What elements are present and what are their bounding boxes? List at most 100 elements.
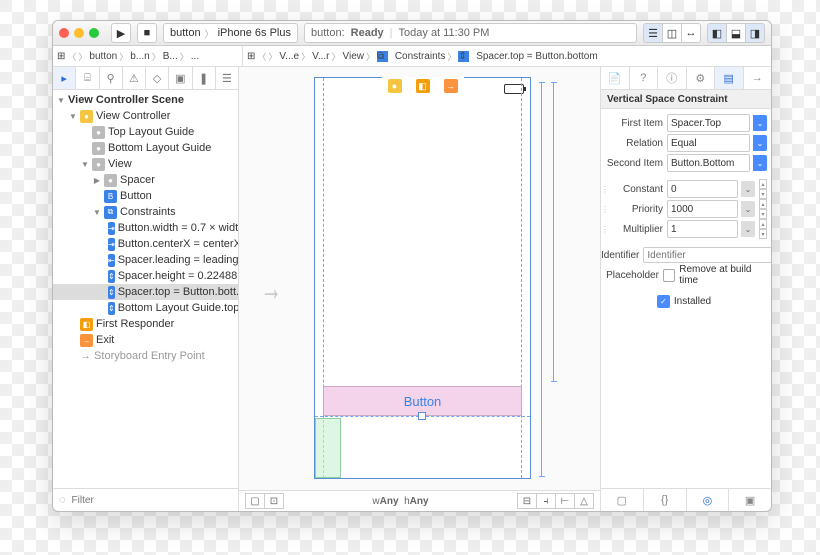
help-inspector-icon[interactable]: ?: [630, 67, 659, 89]
exit-icon[interactable]: →: [444, 79, 458, 93]
outline-row[interactable]: →Exit: [53, 332, 238, 348]
outline-row[interactable]: ⇕Spacer.height = 0.22488...: [53, 268, 238, 284]
stop-button[interactable]: ■: [137, 23, 157, 43]
first-item-field[interactable]: Spacer.Top: [667, 114, 750, 132]
outline-row[interactable]: ▼●View: [53, 156, 238, 172]
connections-inspector-icon[interactable]: →: [744, 67, 772, 89]
dropdown-icon[interactable]: ⌄: [753, 115, 767, 131]
filter-input[interactable]: [70, 494, 232, 507]
resize-handle[interactable]: [418, 412, 426, 420]
test-nav-icon[interactable]: ◇: [146, 67, 169, 89]
stepper[interactable]: ▴▾: [759, 199, 767, 219]
issue-nav-icon[interactable]: ⚠: [123, 67, 146, 89]
entry-arrow-icon: →: [260, 267, 282, 309]
zoom-icon[interactable]: ⊡: [264, 493, 284, 509]
bottom-panel-icon[interactable]: ⬓: [726, 23, 745, 43]
disclosure-icon[interactable]: ▶: [93, 176, 101, 185]
stepper[interactable]: ▴▾: [759, 179, 767, 199]
resolve-icon[interactable]: △: [574, 493, 594, 509]
row-icon: ⇥: [108, 222, 115, 235]
priority-field[interactable]: 1000: [667, 200, 738, 218]
align-icon[interactable]: ⫞: [536, 493, 555, 509]
disclosure-icon[interactable]: ▼: [57, 96, 65, 105]
scene-view[interactable]: ● ◧ → Button: [314, 77, 531, 479]
grip-icon[interactable]: ⋮: [601, 205, 605, 214]
first-responder-icon[interactable]: ◧: [416, 79, 430, 93]
stepper[interactable]: ▴▾: [759, 219, 767, 239]
spacer-view[interactable]: [315, 418, 341, 478]
code-snippet-icon[interactable]: {}: [644, 489, 687, 511]
scheme-name: button: [170, 27, 201, 39]
file-inspector-icon[interactable]: 📄: [601, 67, 630, 89]
row-label: View Controller: [96, 110, 170, 122]
relation-field[interactable]: Equal: [667, 134, 750, 152]
scheme-selector[interactable]: button 〉 iPhone 6s Plus: [163, 23, 298, 43]
left-panel-icon[interactable]: ◧: [707, 23, 726, 43]
run-button[interactable]: ▶: [111, 23, 131, 43]
outline-row[interactable]: ⇕Bottom Layout Guide.top...: [53, 300, 238, 316]
installed-checkbox[interactable]: ✓: [657, 295, 670, 308]
close-icon[interactable]: [59, 28, 69, 38]
size-class-control[interactable]: wAny hAny: [372, 496, 428, 507]
outline-row[interactable]: ◧First Responder: [53, 316, 238, 332]
version-editor-icon[interactable]: ↔: [681, 23, 701, 43]
jump-bar-navigator[interactable]: ⊞ 〈〉 button〉 b...n〉 B...〉 ...: [53, 46, 243, 66]
jump-bar-editor[interactable]: ⊞ 〈〉 V...e〉 V...r〉 View〉 ⧉ Constraints〉 …: [243, 46, 771, 66]
grip-icon[interactable]: ⋮: [601, 185, 605, 194]
outline-row[interactable]: ▼⧉Constraints: [53, 204, 238, 220]
outline-row[interactable]: ▼View Controller Scene: [53, 92, 238, 108]
row-label: Exit: [96, 334, 114, 346]
minimize-icon[interactable]: [74, 28, 84, 38]
remove-build-checkbox[interactable]: [663, 269, 675, 282]
outline-row[interactable]: ⇕Spacer.top = Button.bott...: [53, 284, 238, 300]
dropdown-icon[interactable]: ⌄: [741, 221, 755, 237]
stack-icon[interactable]: ⊟: [517, 493, 536, 509]
disclosure-icon[interactable]: ▼: [69, 112, 77, 121]
find-nav-icon[interactable]: ⚲: [100, 67, 123, 89]
panel-toggle-segment[interactable]: ◧ ⬓ ◨: [707, 23, 765, 43]
outline-row[interactable]: ▶●Spacer: [53, 172, 238, 188]
row-label: Button.centerX = centerX: [118, 238, 238, 250]
identity-inspector-icon[interactable]: ⓘ: [658, 67, 687, 89]
document-outline[interactable]: ▼View Controller Scene▼●View Controller●…: [53, 90, 238, 488]
symbol-nav-icon[interactable]: ⌸: [76, 67, 99, 89]
outline-row[interactable]: ⇥Button.centerX = centerX: [53, 236, 238, 252]
second-item-field[interactable]: Button.Bottom: [667, 154, 750, 172]
attributes-inspector-icon[interactable]: ⚙: [687, 67, 716, 89]
outline-row[interactable]: ⇤Spacer.leading = leading: [53, 252, 238, 268]
outline-row[interactable]: ●Top Layout Guide: [53, 124, 238, 140]
assistant-editor-icon[interactable]: ◫: [662, 23, 681, 43]
standard-editor-icon[interactable]: ☰: [643, 23, 662, 43]
identifier-field[interactable]: [643, 247, 771, 263]
outline-row[interactable]: ▼●View Controller: [53, 108, 238, 124]
outline-row[interactable]: BButton: [53, 188, 238, 204]
multiplier-field[interactable]: 1: [667, 220, 738, 238]
outline-row[interactable]: ●Bottom Layout Guide: [53, 140, 238, 156]
outline-row[interactable]: ⇥Button.width = 0.7 × width: [53, 220, 238, 236]
zoom-icon[interactable]: [89, 28, 99, 38]
breakpoint-nav-icon[interactable]: ❚: [193, 67, 216, 89]
outline-row[interactable]: → Storyboard Entry Point: [53, 348, 238, 364]
dropdown-icon[interactable]: ⌄: [741, 181, 755, 197]
media-library-icon[interactable]: ▣: [729, 489, 771, 511]
file-template-icon[interactable]: ▢: [601, 489, 644, 511]
report-nav-icon[interactable]: ☰: [216, 67, 238, 89]
constant-field[interactable]: 0: [667, 180, 738, 198]
dropdown-icon[interactable]: ⌄: [741, 201, 755, 217]
dropdown-icon[interactable]: ⌄: [753, 155, 767, 171]
grip-icon[interactable]: ⋮: [601, 225, 605, 234]
project-nav-icon[interactable]: ▸: [53, 67, 76, 89]
object-library-icon[interactable]: ◎: [687, 489, 730, 511]
right-panel-icon[interactable]: ◨: [745, 23, 765, 43]
pin-icon[interactable]: ⊢: [555, 493, 574, 509]
outline-toggle-icon[interactable]: ▢: [245, 493, 264, 509]
dropdown-icon[interactable]: ⌄: [753, 135, 767, 151]
disclosure-icon[interactable]: ▼: [93, 208, 101, 217]
disclosure-icon[interactable]: ▼: [81, 160, 89, 169]
vc-icon[interactable]: ●: [388, 79, 402, 93]
canvas-body[interactable]: → ● ◧ → Button: [239, 67, 600, 490]
library-tabs: ▢ {} ◎ ▣: [601, 488, 771, 511]
size-inspector-icon[interactable]: ▤: [715, 67, 744, 89]
debug-nav-icon[interactable]: ▣: [169, 67, 192, 89]
editor-mode-segment[interactable]: ☰ ◫ ↔: [643, 23, 701, 43]
